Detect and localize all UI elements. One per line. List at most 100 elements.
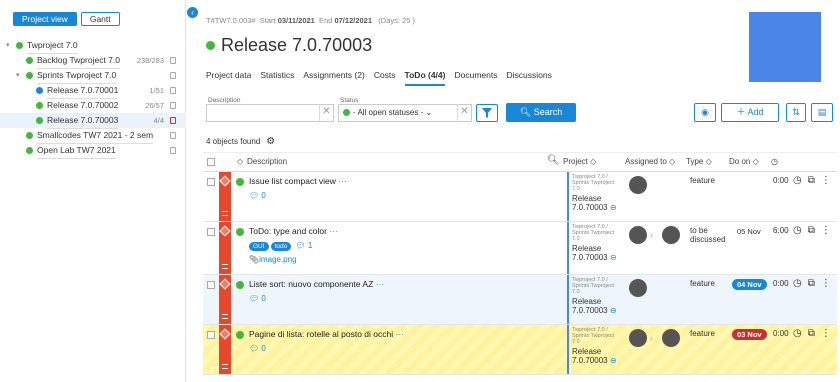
tab-assignments[interactable]: Assignments (2) xyxy=(303,66,364,86)
tab-statistics[interactable]: Statistics xyxy=(260,66,294,86)
todo-description[interactable]: Issue list compact view ··· xyxy=(249,176,347,186)
column-description[interactable]: Description xyxy=(247,157,287,166)
copy-icon[interactable]: ⧉ xyxy=(808,278,815,289)
date-text[interactable]: 05 Nov xyxy=(732,226,766,237)
link-icon[interactable]: ⊖ xyxy=(610,253,617,262)
row-checkbox[interactable] xyxy=(207,228,215,236)
document-icon[interactable] xyxy=(170,132,176,139)
drag-handle-icon[interactable] xyxy=(222,264,228,269)
document-icon[interactable] xyxy=(170,87,176,94)
link-icon[interactable]: ⊖ xyxy=(610,306,617,315)
document-icon[interactable] xyxy=(170,102,176,109)
tab-documents[interactable]: Documents xyxy=(454,66,497,86)
attachment[interactable]: 📎︎image.png xyxy=(249,255,297,264)
project-cell[interactable]: Twproject 7.0 / Sprints Twproject 7.0 Rel… xyxy=(567,275,623,324)
row-checkbox[interactable] xyxy=(207,178,215,186)
avatar[interactable] xyxy=(662,329,680,347)
comments[interactable]: 💬︎ 0 xyxy=(249,294,266,303)
column-do-on[interactable]: Do on ◇ xyxy=(729,157,759,166)
row-checkbox[interactable] xyxy=(207,281,215,289)
tree-item[interactable]: Release 7.0.70002 26/57 xyxy=(0,98,186,114)
column-assigned[interactable]: Assigned to ◇ xyxy=(625,157,675,166)
drag-handle-icon[interactable] xyxy=(222,364,228,369)
document-icon[interactable] xyxy=(170,57,176,64)
eye-button[interactable]: ◉ xyxy=(694,103,716,122)
more-icon[interactable]: ··· xyxy=(396,329,405,339)
clock-icon[interactable]: ◷ xyxy=(793,278,802,289)
avatar[interactable] xyxy=(629,329,647,347)
status-dot-icon[interactable] xyxy=(236,228,244,236)
more-icon[interactable]: ··· xyxy=(338,176,347,186)
todo-description[interactable]: Liste sort: nuovo componente AZ ··· xyxy=(249,279,384,289)
status-dot-icon[interactable] xyxy=(236,281,244,289)
drag-handle-icon[interactable] xyxy=(222,211,228,216)
row-checkbox[interactable] xyxy=(207,331,215,339)
clock-icon[interactable]: ◷ xyxy=(793,175,802,186)
copy-icon[interactable]: ⧉ xyxy=(808,225,815,236)
more-vertical-icon[interactable]: ⋮ xyxy=(821,328,831,339)
status-dot-icon[interactable] xyxy=(236,178,244,186)
table-row[interactable]: ToDo: type and color ··· GUI todo 💬︎ 1 📎︎im… xyxy=(203,222,837,275)
select-all-checkbox[interactable] xyxy=(207,158,215,166)
avatar[interactable] xyxy=(629,226,647,244)
tree-item[interactable]: Release 7.0.70001 1/51 xyxy=(0,83,186,99)
project-cell[interactable]: Twproject 7.0 / Sprints Twproject 7.0 Rel… xyxy=(567,172,623,221)
table-row[interactable]: Liste sort: nuovo componente AZ ··· 💬︎ 0 T… xyxy=(203,275,837,325)
tree-item[interactable]: ▾ Sprints Twproject 7.0 xyxy=(0,68,186,84)
comment-icon[interactable]: 💬︎ xyxy=(295,241,305,250)
avatar[interactable] xyxy=(629,279,647,297)
tree-item[interactable]: Backlog Twproject 7.0 238/283 xyxy=(0,53,186,69)
tree-item[interactable]: ▾ Twproject 7.0 xyxy=(0,38,186,54)
table-row[interactable]: Pagine di lista: rotelle al posto di occ… xyxy=(203,325,837,375)
caret-icon[interactable]: ▾ xyxy=(6,38,14,53)
tree-item[interactable]: Smallcodes TW7 2021 - 2 sem xyxy=(0,128,186,144)
tab-project-data[interactable]: Project data xyxy=(206,66,251,86)
column-type[interactable]: Type ◇ xyxy=(686,157,712,166)
collapse-left-icon[interactable]: ‹ xyxy=(187,7,198,18)
print-button[interactable]: ▤ xyxy=(811,103,833,122)
sort-description-icon[interactable]: ◇ xyxy=(237,157,243,166)
more-vertical-icon[interactable]: ⋮ xyxy=(821,225,831,236)
date-badge[interactable]: 04 Nov xyxy=(732,279,767,290)
avatar[interactable] xyxy=(662,226,680,244)
tab-todo[interactable]: ToDo (4/4) xyxy=(404,66,446,86)
copy-icon[interactable]: ⧉ xyxy=(808,328,815,339)
search-column-icon[interactable]: 🔍︎ xyxy=(547,155,560,166)
tree-item[interactable]: Release 7.0.70003 4/4 xyxy=(0,113,186,129)
link-icon[interactable]: ⊖ xyxy=(610,203,617,212)
comments[interactable]: 💬︎ 0 xyxy=(249,344,266,353)
more-vertical-icon[interactable]: ⋮ xyxy=(821,175,831,186)
gantt-button[interactable]: Gantt xyxy=(80,12,120,26)
link-icon[interactable]: ⊖ xyxy=(610,356,617,365)
gear-icon[interactable]: ⚙ xyxy=(266,136,275,147)
filter-button[interactable] xyxy=(476,104,498,122)
avatar[interactable] xyxy=(629,176,647,194)
add-button[interactable]: ＋ Add xyxy=(721,103,779,122)
clock-icon[interactable]: ◷ xyxy=(793,328,802,339)
tab-costs[interactable]: Costs xyxy=(374,66,396,86)
tag-badge[interactable]: GUI xyxy=(249,242,269,251)
tree-item[interactable]: Open Lab TW7 2021 xyxy=(0,143,186,159)
status-select[interactable]: - All open statuses - ⌄ xyxy=(338,104,472,122)
document-icon[interactable] xyxy=(170,147,176,154)
search-button[interactable]: 🔍︎ Search xyxy=(506,103,576,122)
project-cell[interactable]: Twproject 7.0 / Sprints Twproject 7.0 Rel… xyxy=(567,222,623,274)
more-icon[interactable]: ··· xyxy=(376,279,385,289)
sort-button[interactable]: ⇅ xyxy=(786,103,806,122)
clear-description-icon[interactable]: ✕ xyxy=(319,104,333,122)
clear-status-icon[interactable]: ✕ xyxy=(457,104,471,122)
more-vertical-icon[interactable]: ⋮ xyxy=(821,278,831,289)
document-icon[interactable] xyxy=(170,72,176,79)
column-project[interactable]: Project ◇ xyxy=(563,157,596,166)
tab-discussions[interactable]: Discussions xyxy=(506,66,551,86)
status-dot-icon[interactable] xyxy=(236,331,244,339)
project-view-button[interactable]: Project view xyxy=(13,12,77,26)
todo-description[interactable]: Pagine di lista: rotelle al posto di occ… xyxy=(249,329,404,339)
document-icon[interactable] xyxy=(170,117,176,124)
copy-icon[interactable]: ⧉ xyxy=(808,175,815,186)
more-icon[interactable]: ··· xyxy=(329,226,338,236)
tag-badge[interactable]: todo xyxy=(270,242,292,251)
drag-handle-icon[interactable] xyxy=(222,314,228,319)
clock-icon[interactable]: ◷ xyxy=(793,225,802,236)
table-row[interactable]: Issue list compact view ··· 💬︎ 0 Twproject… xyxy=(203,172,837,222)
